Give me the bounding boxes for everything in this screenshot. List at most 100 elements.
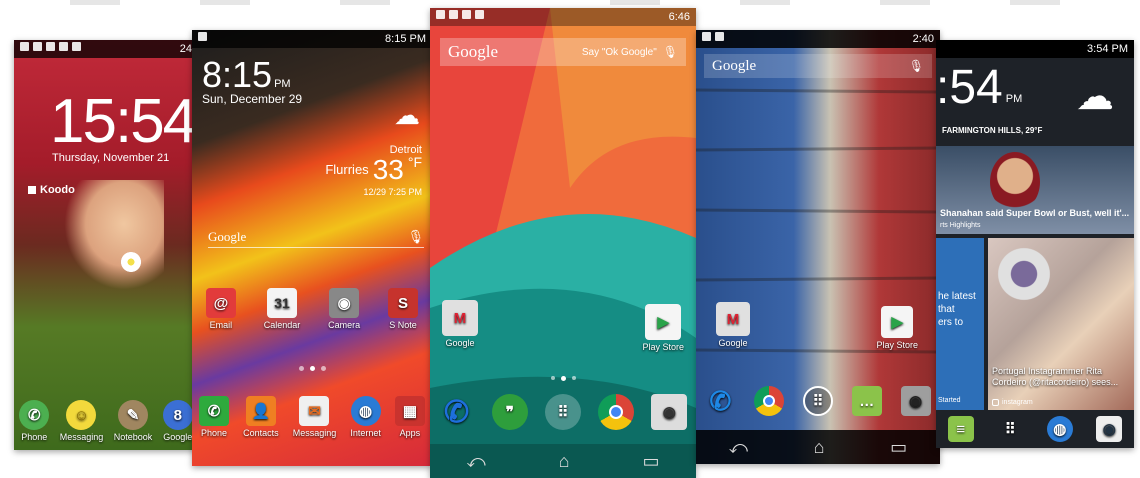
app-camera[interactable]: ◉ Camera xyxy=(328,288,360,330)
lg-dock: ✆ Phone ☺ Messaging ✎ Notebook 8 Google xyxy=(14,400,198,442)
note3-apps: @ Email 31 Calendar ◉ Camera SS Note xyxy=(192,288,432,330)
app-messaging[interactable]: ☺ Messaging xyxy=(60,400,103,442)
home-icon[interactable]: ⌂ xyxy=(814,437,825,458)
phone-icon: ✆ xyxy=(444,395,470,429)
back-icon[interactable]: ⤺ xyxy=(729,437,748,458)
phone-icon: ✆ xyxy=(709,385,732,416)
mic-icon[interactable]: 🎙 xyxy=(407,229,424,245)
app-phone[interactable]: ✆ xyxy=(705,386,735,418)
frame-edge xyxy=(1010,0,1060,5)
app-phone[interactable]: ✆ Phone xyxy=(199,396,230,438)
status-bar: 8:15 PM xyxy=(192,30,432,48)
app-phone[interactable]: ✆ xyxy=(439,394,475,432)
flower-image xyxy=(118,252,144,272)
app-apps[interactable]: ▦ Apps xyxy=(394,396,425,438)
app-drawer-icon: ⠿ xyxy=(544,394,581,430)
photo-card[interactable]: Portugal Instagrammer Rita Cordeiro (@ri… xyxy=(988,238,1134,410)
app-browser[interactable]: ◍ xyxy=(1046,416,1073,444)
recents-icon[interactable]: ▭ xyxy=(643,451,660,472)
status-time: 8:15 PM xyxy=(385,33,426,45)
clock-widget: 8:15 PM xyxy=(202,54,291,95)
app-messaging[interactable]: … xyxy=(851,386,882,418)
google-icon: 8 xyxy=(162,400,193,430)
phone-icon: ✆ xyxy=(19,400,50,430)
frame-edge xyxy=(200,0,250,5)
lock-clock: 15:54 xyxy=(50,87,197,156)
phone-note3: 8:15 PM 8:15 PM Sun, December 29 ☁ Detroi… xyxy=(192,30,432,466)
status-time: 6:46 xyxy=(668,11,690,23)
photo-collage xyxy=(994,244,1054,304)
messages-icon: ≡ xyxy=(947,416,974,442)
recents-icon[interactable]: ▭ xyxy=(890,437,907,458)
app-phone[interactable]: ✆ Phone xyxy=(19,400,50,442)
home-icon[interactable]: ⌂ xyxy=(559,451,570,472)
app-drawer[interactable]: ⠿ xyxy=(997,416,1023,444)
app-google[interactable]: M Google xyxy=(716,302,750,348)
carrier-icon xyxy=(28,186,36,194)
messaging-icon: ☺ xyxy=(66,400,97,430)
widget-date: Sun, December 29 xyxy=(202,92,303,106)
stage: 24 15:54 Thursday, November 21 Koodo ✆ Ph… xyxy=(0,0,1140,478)
nav-bar: ⤺ ⌂ ▭ xyxy=(430,444,696,478)
chrome-icon xyxy=(754,386,785,416)
status-bar: 24 xyxy=(14,40,198,58)
frame-edge xyxy=(340,0,390,5)
app-calendar[interactable]: 31 Calendar xyxy=(264,288,300,330)
weather-cloud-icon: ☁ xyxy=(1076,76,1114,118)
app-google[interactable]: 8 Google xyxy=(162,400,193,442)
browser-icon: ◍ xyxy=(1046,416,1073,442)
app-camera[interactable]: ◉ xyxy=(900,386,931,418)
app-messaging[interactable]: ✉ Messaging xyxy=(293,396,336,438)
side-card[interactable]: he latest that ers to Started xyxy=(936,238,984,410)
hangouts-icon: ❞ xyxy=(491,394,528,430)
app-google[interactable]: M Google xyxy=(442,300,478,348)
phone-motox: 2:40 Google 🎙 M Google ▶ Play Store ✆ ⠿ … xyxy=(696,30,940,464)
nexus-dock: ✆ ❞ ⠿ ◉ xyxy=(430,394,696,432)
search-bar[interactable]: Google Say "Ok Google" 🎙 xyxy=(440,38,686,66)
page-indicator xyxy=(192,366,432,371)
app-play-store[interactable]: ▶ Play Store xyxy=(876,306,918,350)
back-icon[interactable]: ⤺ xyxy=(466,451,485,472)
app-drawer[interactable]: ⠿ xyxy=(544,394,581,432)
search-bar[interactable]: Google 🎙 xyxy=(208,226,424,248)
app-internet[interactable]: ◍ Internet xyxy=(350,396,381,438)
camera-icon: ◉ xyxy=(651,394,688,430)
camera-icon: ◉ xyxy=(1096,416,1123,442)
app-contacts[interactable]: 👤 Contacts xyxy=(243,396,279,438)
motox-dock: ✆ ⠿ … ◉ xyxy=(696,386,940,418)
calendar-icon: 31 xyxy=(267,288,298,318)
status-time: 3:54 PM xyxy=(1087,43,1128,55)
app-chrome[interactable] xyxy=(754,386,785,418)
frame-edge xyxy=(740,0,790,5)
phone-nexus5: 6:46 Google Say "Ok Google" 🎙 M Google ▶… xyxy=(430,8,696,478)
nav-bar: ⤺ ⌂ ▭ xyxy=(696,430,940,464)
app-chrome[interactable] xyxy=(598,394,635,432)
app-messages[interactable]: ≡ xyxy=(947,416,974,444)
app-play-store[interactable]: ▶ Play Store xyxy=(642,304,684,352)
news-card[interactable]: Shanahan said Super Bowl or Bust, well i… xyxy=(936,146,1134,234)
status-time: 2:40 xyxy=(912,33,934,45)
app-drawer[interactable]: ⠿ xyxy=(802,386,833,418)
app-email[interactable]: @ Email xyxy=(205,288,236,330)
app-hangouts[interactable]: ❞ xyxy=(491,394,528,432)
app-camera[interactable]: ◉ xyxy=(1096,416,1123,444)
app-camera[interactable]: ◉ xyxy=(651,394,688,432)
mic-icon[interactable]: 🎙 xyxy=(909,59,924,73)
frame-edge xyxy=(610,0,660,5)
internet-icon: ◍ xyxy=(350,396,381,426)
contacts-icon: 👤 xyxy=(245,396,276,426)
photo-caption: Portugal Instagrammer Rita Cordeiro (@ri… xyxy=(992,366,1119,387)
app-drawer-icon: ⠿ xyxy=(802,386,833,416)
apps-grid-icon: ▦ xyxy=(394,396,425,426)
phone-htcone: 3:54 PM :54 PM ☁ FARMINGTON HILLS, 29°F S… xyxy=(936,40,1134,448)
gmail-icon: M xyxy=(442,300,478,336)
weather-widget: Detroit Flurries 33 °F 12/29 7:25 PM xyxy=(325,144,422,197)
location-label: FARMINGTON HILLS, 29°F xyxy=(942,126,1043,135)
instagram-icon xyxy=(992,399,999,406)
mic-icon[interactable]: 🎙 xyxy=(663,45,678,59)
play-store-icon: ▶ xyxy=(645,304,682,340)
search-bar[interactable]: Google 🎙 xyxy=(704,54,932,78)
app-notebook[interactable]: ✎ Notebook xyxy=(114,400,152,442)
app-snote[interactable]: SS Note xyxy=(388,288,419,330)
snote-icon: S xyxy=(388,288,419,318)
